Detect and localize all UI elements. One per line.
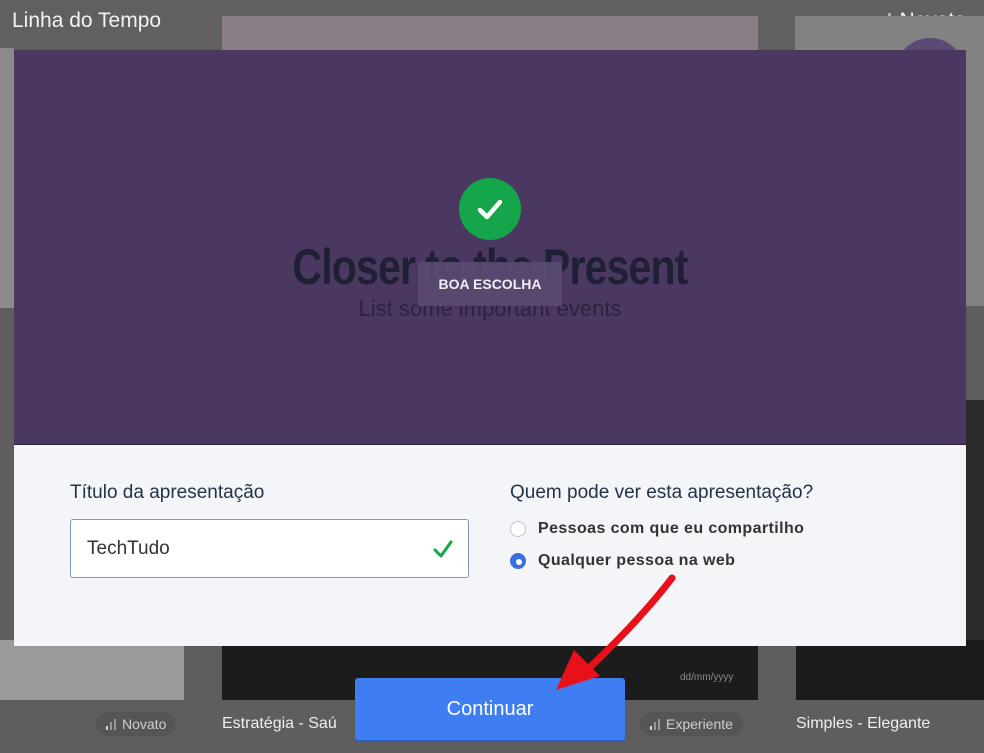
- visibility-option-public[interactable]: Qualquer pessoa na web: [510, 552, 735, 570]
- valid-check-icon: [432, 538, 454, 565]
- date-hint: dd/mm/yyyy: [680, 672, 734, 683]
- template-preview: Closer to the Present List some importan…: [14, 50, 966, 445]
- good-choice-badge: BOA ESCOLHA: [418, 262, 562, 306]
- template-thumbnail[interactable]: [222, 16, 758, 50]
- create-presentation-modal: Closer to the Present List some importan…: [14, 50, 966, 646]
- template-thumbnail[interactable]: [796, 640, 984, 700]
- success-check-icon: [459, 178, 521, 240]
- continue-button[interactable]: Continuar: [355, 678, 625, 740]
- signal-bars-icon: [650, 718, 660, 730]
- presentation-form: Título da apresentação Quem pode ver est…: [14, 444, 966, 646]
- title-input[interactable]: [87, 520, 417, 577]
- option-label[interactable]: Pessoas com que eu compartilho: [538, 520, 804, 538]
- template-thumbnail[interactable]: [0, 640, 184, 700]
- radio-button[interactable]: [510, 521, 526, 537]
- signal-bars-icon: [106, 718, 116, 730]
- title-label: Título da apresentação: [70, 482, 265, 503]
- level-pill: Experiente: [640, 712, 743, 736]
- template-caption[interactable]: Estratégia - Saú: [222, 715, 337, 733]
- template-thumbnail[interactable]: [0, 48, 14, 308]
- template-caption[interactable]: Simples - Elegante: [796, 715, 930, 733]
- option-label[interactable]: Qualquer pessoa na web: [538, 552, 735, 570]
- gallery-title: Linha do Tempo: [12, 9, 162, 32]
- title-field[interactable]: [70, 519, 469, 578]
- visibility-option-shared[interactable]: Pessoas com que eu compartilho: [510, 520, 804, 538]
- visibility-label: Quem pode ver esta apresentação?: [510, 482, 814, 503]
- level-pill: Novato: [96, 712, 177, 736]
- radio-button-selected[interactable]: [510, 553, 526, 569]
